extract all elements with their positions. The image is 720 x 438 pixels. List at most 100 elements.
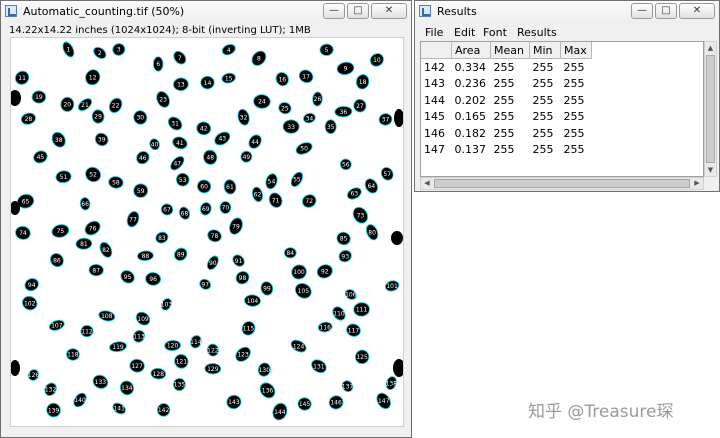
cell-index: 142 xyxy=(424,60,445,74)
cell-index: 147 xyxy=(424,143,445,157)
particle-label: 58 xyxy=(112,180,120,187)
table-row[interactable]: 145 0.165 255 255 255 xyxy=(421,109,592,126)
particle-label: 129 xyxy=(207,366,219,373)
particle-label: 64 xyxy=(368,183,376,190)
particle-label: 96 xyxy=(149,276,157,283)
particle-label: 28 xyxy=(25,116,33,123)
cell-area: 0.236 xyxy=(454,77,487,91)
particle-label: 24 xyxy=(258,99,266,106)
horizontal-scrollbar[interactable]: ◀ ▶ xyxy=(420,177,704,190)
particle-label: 104 xyxy=(247,298,259,305)
particle-label: 29 xyxy=(94,114,102,121)
column-header-mean[interactable]: Mean xyxy=(490,42,530,59)
results-window: Results — □ ✕ File Edit Font Results Are… xyxy=(414,0,720,192)
particle: 23 xyxy=(156,91,170,108)
scroll-down-icon[interactable]: ▼ xyxy=(705,164,716,176)
close-button[interactable]: ✕ xyxy=(679,3,715,19)
cell-mean: 255 xyxy=(493,60,515,74)
particle: 103 xyxy=(161,298,172,311)
particle-label: 130 xyxy=(259,367,271,374)
maximize-button[interactable]: □ xyxy=(655,3,677,19)
particle: 144 xyxy=(272,402,288,421)
image-window-titlebar[interactable]: Automatic_counting.tif (50%) — □ ✕ xyxy=(1,1,411,23)
particle-label: 82 xyxy=(102,247,110,254)
column-header-max[interactable]: Max xyxy=(560,42,592,59)
watermark: 知乎 @Treasure琛 xyxy=(528,402,674,422)
results-window-titlebar[interactable]: Results — □ ✕ xyxy=(415,1,719,23)
particle: 53 xyxy=(175,172,190,187)
particle-label: 17 xyxy=(302,74,310,81)
scroll-right-icon[interactable]: ▶ xyxy=(691,178,703,189)
particle: 50 xyxy=(295,142,313,155)
menu-file[interactable]: File xyxy=(425,26,443,39)
table-row[interactable]: 147 0.137 255 255 255 xyxy=(421,142,592,159)
particle: 76 xyxy=(84,220,101,236)
particle-label: 78 xyxy=(211,233,219,240)
image-canvas[interactable]: 1 2 3 4 5 6 7 8 9 10 11 12 13 14 15 16 17 18 19 20 21 22 23 24 2… xyxy=(10,37,404,427)
particle: 8 xyxy=(251,50,267,66)
particle-label: 107 xyxy=(51,323,63,330)
scroll-left-icon[interactable]: ◀ xyxy=(421,178,433,189)
particle-label: 70 xyxy=(222,205,230,212)
particle-label: 117 xyxy=(348,327,360,334)
particle-label: 31 xyxy=(171,121,179,128)
particle-label: 101 xyxy=(386,283,398,290)
particle: 101 xyxy=(384,280,400,292)
vertical-scroll-thumb[interactable] xyxy=(706,55,715,163)
particle: 31 xyxy=(167,116,183,131)
vertical-scrollbar[interactable]: ▲ ▼ xyxy=(704,41,717,177)
particle-label: 71 xyxy=(272,197,280,204)
particle: 52 xyxy=(85,166,102,183)
particle: 136 xyxy=(259,382,276,399)
menu-results[interactable]: Results xyxy=(517,26,557,39)
cell-max: 255 xyxy=(563,60,585,74)
particle: 113 xyxy=(132,329,146,343)
particle: 84 xyxy=(283,247,297,259)
particle-label: 18 xyxy=(359,79,367,86)
particle-label: 76 xyxy=(89,225,97,232)
particle: 28 xyxy=(20,112,36,125)
minimize-button[interactable]: — xyxy=(323,3,345,19)
particle-label: 11 xyxy=(18,75,26,82)
column-header-index[interactable] xyxy=(421,42,452,59)
particle-label: 135 xyxy=(174,382,186,389)
particle: 36 xyxy=(334,105,353,118)
table-row[interactable]: 142 0.334 255 255 255 xyxy=(421,59,592,76)
results-table[interactable]: Area Mean Min Max 142 0.334 255 255 255 143 0.… xyxy=(420,41,704,177)
particles-overlay[interactable]: 1 2 3 4 567 891011 1213 1415 16 17181920 21 2223 242… xyxy=(11,38,403,426)
particle: 87 xyxy=(88,263,104,277)
particle: 47 xyxy=(170,156,185,171)
horizontal-scroll-thumb[interactable] xyxy=(434,179,690,188)
particle-label: 99 xyxy=(263,286,271,293)
cell-area: 0.202 xyxy=(454,93,487,107)
particle-label: 108 xyxy=(101,313,113,320)
particle-label: 92 xyxy=(321,269,329,276)
particle: 58 xyxy=(108,176,124,189)
column-header-area[interactable]: Area xyxy=(451,42,491,59)
table-row[interactable]: 144 0.202 255 255 255 xyxy=(421,92,592,109)
particle-label: 75 xyxy=(57,228,65,235)
particle-label: 121 xyxy=(176,359,188,366)
particle: 81 xyxy=(75,237,93,250)
close-button[interactable]: ✕ xyxy=(371,3,407,19)
cell-mean: 255 xyxy=(493,93,515,107)
menu-edit[interactable]: Edit xyxy=(454,26,475,39)
table-row[interactable]: 143 0.236 255 255 255 xyxy=(421,76,592,93)
column-header-min[interactable]: Min xyxy=(529,42,561,59)
particle-label: 73 xyxy=(357,212,365,219)
maximize-button[interactable]: □ xyxy=(347,3,369,19)
menu-font[interactable]: Font xyxy=(483,26,507,39)
minimize-button[interactable]: — xyxy=(631,3,653,19)
table-row[interactable]: 146 0.182 255 255 255 xyxy=(421,125,592,142)
scroll-up-icon[interactable]: ▲ xyxy=(705,42,716,54)
particle: 18 xyxy=(355,74,370,90)
particle: 104 xyxy=(244,294,261,307)
particle: 85 xyxy=(336,231,351,246)
particle: 108 xyxy=(98,310,116,322)
cell-max: 255 xyxy=(563,93,585,107)
cell-mean: 255 xyxy=(493,143,515,157)
particle-label: 23 xyxy=(159,97,167,104)
particle-label: 27 xyxy=(356,103,364,110)
particle: 30 xyxy=(133,110,148,125)
particle: 40 xyxy=(149,138,160,151)
